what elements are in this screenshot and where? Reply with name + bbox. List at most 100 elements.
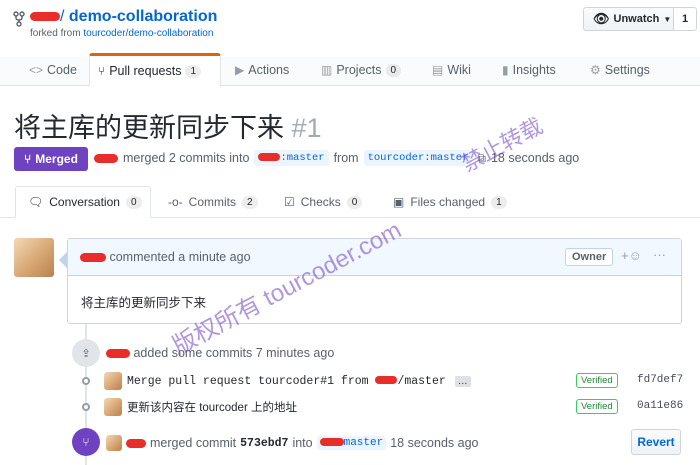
pr-tab-checks-label: Checks [300,195,341,209]
comment-icon: 🗨 [28,195,44,209]
unwatch-label: Unwatch [613,13,660,25]
pr-tab-files-changed[interactable]: ▣ Files changed 1 [393,186,507,218]
comment-caret [59,252,67,268]
book-icon: ▤ [432,63,444,77]
merge-target-owner-redacted [319,438,344,447]
owner-badge: Owner [565,248,614,266]
pr-tab-checks-count: 0 [346,195,363,209]
tab-pull-requests[interactable]: ⑂ Pull requests 1 [89,53,221,87]
comment-action[interactable]: commented a minute ago [109,250,250,264]
file-diff-icon: ▣ [393,195,405,209]
commit-dot-icon [82,403,90,411]
pr-title-text: 将主库的更新同步下来 [14,113,284,143]
graph-icon: ▮ [502,63,509,77]
avatar[interactable] [14,238,54,277]
merge-event-icon: ⑂ [72,428,100,456]
tab-actions[interactable]: ▶ Actions [235,53,289,87]
from-text: from [333,151,359,165]
pr-tab-commits[interactable]: -o- Commits 2 [168,186,258,218]
pr-tab-conversation[interactable]: 🗨 Conversation 0 [15,186,151,218]
commit-dot-icon [82,377,90,385]
unwatch-button[interactable]: 👁 Unwatch ▼ [583,7,674,31]
commit-message[interactable]: Merge pull request tourcoder#1 from /mas… [127,375,446,388]
repo-name-link[interactable]: demo-collaboration [69,8,217,25]
gear-icon: ⚙ [590,63,601,77]
commit-message-suffix: /master [397,374,446,388]
pr-tab-files-changed-label: Files changed [410,195,486,209]
merge-event: merged commit 573ebd7 into master 18 sec… [106,435,478,451]
merged-status-label: Merged [35,152,78,166]
commit-message[interactable]: 更新该内容在 tourcoder 上的地址 [127,399,297,415]
comment-meta: commented a minute ago [80,250,251,264]
play-icon: ▶ [235,63,245,77]
commits-event-author-redacted[interactable] [106,349,130,359]
revert-button[interactable]: Revert [631,429,681,455]
forked-from: forked from tourcoder/demo-collaboration [30,28,213,39]
merge-target-branch[interactable]: master [316,436,387,450]
pr-tab-checks[interactable]: ☑ Checks 0 [284,186,363,218]
verified-badge[interactable]: Verified [576,399,618,414]
pr-title: 将主库的更新同步下来 #1 [14,106,322,145]
merge-event-author-redacted[interactable] [126,438,146,448]
pull-request-icon: ⑂ [98,64,106,78]
comment-body: 将主库的更新同步下来 [81,296,207,310]
push-event-icon: ⇪ [72,339,100,367]
commit-sha[interactable]: fd7def7 [637,374,683,386]
more-options-icon[interactable]: ··· [653,247,666,262]
checklist-icon: ☑ [284,195,295,209]
commits-event-text: added some commits 7 minutes ago [133,346,335,360]
merged-status-badge: ⑂ Merged [14,147,88,171]
base-branch-owner-redacted [258,153,281,162]
tab-insights[interactable]: ▮ Insights [502,53,556,87]
chevron-down-icon: ▼ [663,14,672,24]
code-icon: <> [29,63,44,77]
tab-projects[interactable]: ▥ Projects 0 [321,53,402,87]
tab-wiki-label: Wiki [447,63,471,77]
tab-code-label: Code [47,63,77,77]
repo-owner-redacted[interactable] [30,12,60,22]
pr-tab-commits-count: 2 [242,195,258,209]
tab-wiki[interactable]: ▤ Wiki [432,53,471,87]
pr-tab-commits-label: Commits [188,195,237,209]
tab-settings-label: Settings [604,63,650,77]
tab-pull-requests-label: Pull requests [109,64,182,78]
tab-pull-requests-counter: 1 [185,64,202,78]
pr-tab-conversation-label: Conversation [49,195,120,209]
merge-event-time: 18 seconds ago [390,436,479,450]
repo-forked-icon [13,11,25,27]
merge-commit-sha[interactable]: 573ebd7 [240,437,288,450]
expand-commit-button[interactable]: … [454,375,471,387]
repo-separator: / [60,8,65,25]
commit-avatar[interactable] [104,398,122,416]
merge-event-avatar[interactable] [106,435,122,451]
tab-projects-label: Projects [336,63,382,77]
comment-author-redacted[interactable] [80,253,106,263]
tab-settings[interactable]: ⚙ Settings [590,53,650,87]
verified-badge[interactable]: Verified [576,373,618,388]
pr-number: #1 [291,113,322,143]
project-icon: ▥ [321,63,333,77]
commit-sha[interactable]: 0a11e86 [637,400,683,412]
tab-actions-label: Actions [248,63,290,77]
watch-count[interactable]: 1 [673,7,697,31]
merged-text: merged 2 commits into [123,151,250,165]
author-redacted[interactable] [94,153,118,163]
watermark-line-1: 禁止转载 [457,113,547,177]
tab-projects-counter: 0 [385,63,402,77]
base-branch-name: master [286,152,325,164]
eye-icon: 👁 [593,11,610,26]
forked-source-link[interactable]: tourcoder/demo-collaboration [83,28,213,39]
merge-icon: ⑂ [24,152,32,166]
commit-avatar[interactable] [104,372,122,390]
merge-into-text: into [292,436,313,450]
pr-tab-files-changed-count: 1 [491,195,507,209]
repo-title: / demo-collaboration [30,8,217,26]
base-branch[interactable]: :master [254,150,329,166]
add-reaction-icon[interactable]: +☺ [621,248,642,263]
commits-event: added some commits 7 minutes ago [106,346,334,360]
forked-prefix: forked from [30,28,81,39]
commit-icon: -o- [168,195,183,209]
tab-code[interactable]: <> Code [29,53,77,87]
commit-message-redacted [375,376,398,385]
merge-event-text: merged commit [150,436,237,450]
